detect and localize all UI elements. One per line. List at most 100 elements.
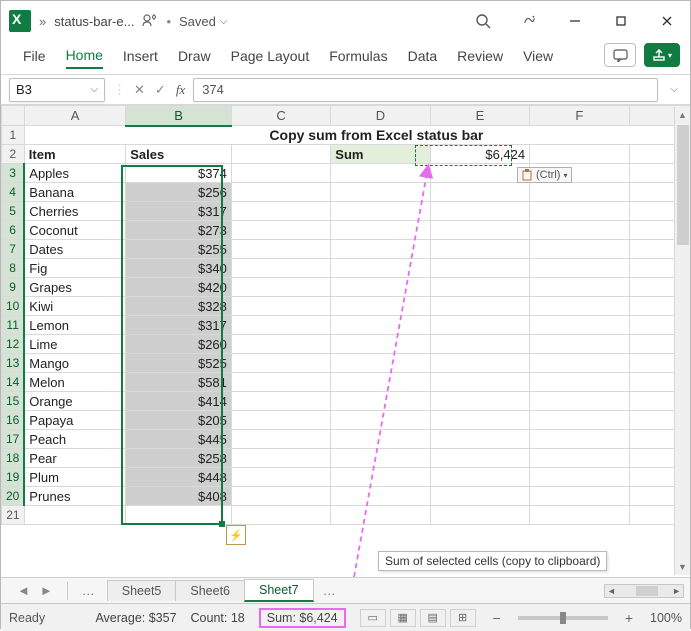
cell[interactable]: Papaya — [24, 411, 125, 430]
tab-review[interactable]: Review — [457, 48, 503, 68]
cell[interactable]: Apples — [24, 164, 125, 183]
close-button[interactable] — [648, 5, 686, 37]
cancel-formula-icon[interactable]: ✕ — [134, 82, 145, 98]
cell[interactable]: $448 — [126, 468, 232, 487]
cell[interactable] — [231, 316, 330, 335]
horizontal-scrollbar[interactable]: ◄ ► — [604, 584, 684, 598]
cell[interactable] — [530, 411, 629, 430]
cell[interactable] — [530, 316, 629, 335]
cell[interactable]: $445 — [126, 430, 232, 449]
tab-insert[interactable]: Insert — [123, 48, 158, 68]
cell[interactable] — [530, 468, 629, 487]
cell[interactable]: $340 — [126, 259, 232, 278]
row-header[interactable]: 17 — [2, 430, 25, 449]
scroll-thumb[interactable] — [677, 125, 689, 245]
col-header-d[interactable]: D — [331, 106, 430, 126]
cell[interactable] — [530, 183, 629, 202]
row-header[interactable]: 14 — [2, 373, 25, 392]
cell[interactable] — [430, 297, 529, 316]
cell[interactable] — [331, 316, 430, 335]
scroll-thumb[interactable] — [636, 586, 658, 596]
cell[interactable] — [331, 240, 430, 259]
cell[interactable] — [231, 354, 330, 373]
sheet-prev-icon[interactable]: ◄ — [17, 583, 30, 598]
cell[interactable] — [430, 354, 529, 373]
row-header[interactable]: 2 — [2, 145, 25, 164]
row-header[interactable]: 18 — [2, 449, 25, 468]
cell[interactable] — [331, 164, 430, 183]
cell[interactable] — [530, 487, 629, 506]
view-pagebreak-icon[interactable]: ⊞ — [450, 609, 476, 627]
quick-access-overflow-icon[interactable]: » — [39, 14, 46, 29]
scroll-down-icon[interactable]: ▼ — [675, 559, 690, 575]
row-header[interactable]: 10 — [2, 297, 25, 316]
cell[interactable] — [231, 259, 330, 278]
cell[interactable] — [430, 373, 529, 392]
cell[interactable]: Mango — [24, 354, 125, 373]
cell[interactable] — [331, 449, 430, 468]
cell[interactable]: Grapes — [24, 278, 125, 297]
fx-icon[interactable]: fx — [176, 82, 185, 98]
cell[interactable] — [530, 354, 629, 373]
cell[interactable] — [231, 487, 330, 506]
zoom-in-button[interactable]: + — [622, 610, 636, 626]
quick-analysis-button[interactable]: ⚡ — [226, 525, 246, 545]
cell[interactable] — [331, 278, 430, 297]
scroll-up-icon[interactable]: ▲ — [675, 107, 690, 123]
cell[interactable] — [430, 449, 529, 468]
maximize-button[interactable] — [602, 5, 640, 37]
cell[interactable] — [430, 392, 529, 411]
cell[interactable]: Lemon — [24, 316, 125, 335]
copilot-button[interactable] — [510, 5, 548, 37]
cell[interactable]: $525 — [126, 354, 232, 373]
row-header[interactable]: 3 — [2, 164, 25, 183]
cell[interactable] — [430, 278, 529, 297]
zoom-knob[interactable] — [560, 612, 566, 624]
col-header-b[interactable]: B — [126, 106, 232, 126]
cell[interactable]: Plum — [24, 468, 125, 487]
cell[interactable] — [331, 373, 430, 392]
cell[interactable] — [231, 449, 330, 468]
cell[interactable] — [530, 240, 629, 259]
formula-input[interactable]: 374 — [193, 78, 658, 102]
cell[interactable]: Item — [24, 145, 125, 164]
cell[interactable] — [331, 354, 430, 373]
cell[interactable] — [430, 316, 529, 335]
cell[interactable] — [331, 468, 430, 487]
cell[interactable]: Dates — [24, 240, 125, 259]
cell[interactable]: $374 — [126, 164, 232, 183]
cell[interactable] — [530, 392, 629, 411]
tab-view[interactable]: View — [523, 48, 553, 68]
row-header[interactable]: 5 — [2, 202, 25, 221]
cell[interactable] — [231, 411, 330, 430]
cell[interactable] — [430, 468, 529, 487]
cell[interactable] — [530, 373, 629, 392]
cell[interactable] — [231, 145, 330, 164]
cell[interactable] — [331, 487, 430, 506]
cell[interactable] — [530, 506, 629, 525]
cell[interactable]: Orange — [24, 392, 125, 411]
cell[interactable] — [430, 506, 529, 525]
cell[interactable] — [231, 335, 330, 354]
view-normal-icon[interactable]: ▦ — [390, 609, 416, 627]
cell[interactable] — [430, 202, 529, 221]
saved-status[interactable]: Saved ⌵ — [179, 14, 227, 29]
cell[interactable] — [231, 183, 330, 202]
col-header-a[interactable]: A — [24, 106, 125, 126]
cell[interactable] — [331, 297, 430, 316]
row-header[interactable]: 1 — [2, 126, 25, 145]
row-header[interactable]: 6 — [2, 221, 25, 240]
sheet-tab[interactable]: Sheet6 — [175, 580, 245, 601]
cell[interactable]: Prunes — [24, 487, 125, 506]
cell[interactable]: Melon — [24, 373, 125, 392]
view-focus-icon[interactable]: ▭ — [360, 609, 386, 627]
cell[interactable] — [331, 202, 430, 221]
row-header[interactable]: 13 — [2, 354, 25, 373]
sheet-tab[interactable]: Sheet7 — [244, 579, 314, 602]
cell[interactable] — [530, 221, 629, 240]
cell[interactable] — [231, 297, 330, 316]
cell[interactable]: Sales — [126, 145, 232, 164]
sheet-overflow-icon[interactable]: … — [313, 583, 348, 598]
status-sum[interactable]: Sum: $6,424 — [259, 608, 346, 628]
share-button[interactable]: ▾ — [644, 43, 680, 67]
